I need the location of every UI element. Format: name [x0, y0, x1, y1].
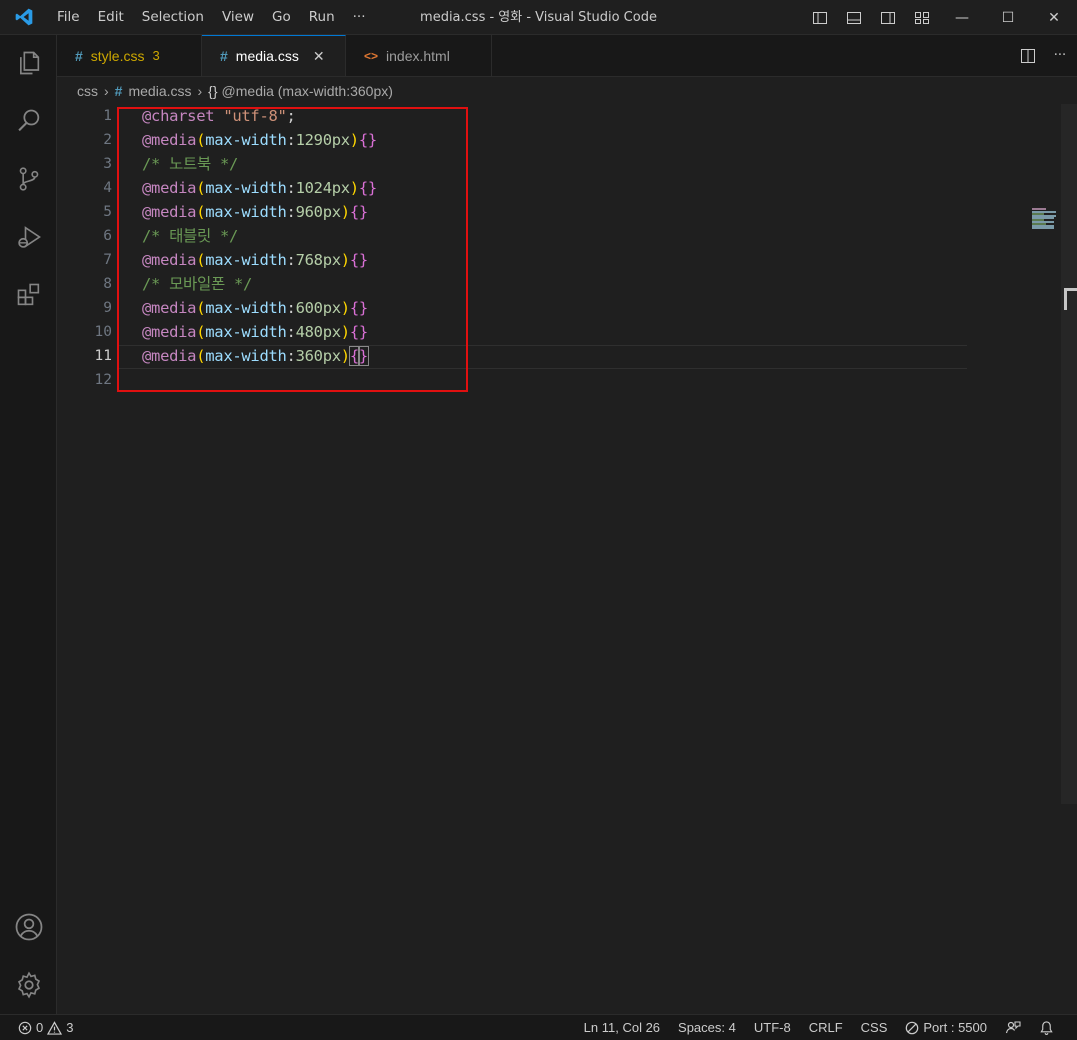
tab-label: style.css — [90, 47, 145, 64]
vertical-scrollbar[interactable] — [1061, 104, 1077, 804]
title-bar: File Edit Selection View Go Run ··· medi… — [0, 0, 1077, 35]
customize-layout-icon[interactable] — [905, 0, 939, 35]
maximize-button[interactable]: ☐ — [985, 0, 1031, 35]
tab-style-css[interactable]: # style.css 3 — [57, 35, 202, 76]
language-mode[interactable]: CSS — [852, 1020, 897, 1035]
tab-media-css[interactable]: # media.css ✕ — [202, 35, 346, 76]
status-bar-right: Ln 11, Col 26 Spaces: 4 UTF-8 CRLF CSS P… — [575, 1015, 1063, 1040]
menu-selection[interactable]: Selection — [133, 0, 213, 35]
prohibited-icon — [906, 1021, 919, 1034]
menu-edit[interactable]: Edit — [89, 0, 133, 35]
minimap-line — [1032, 227, 1054, 229]
live-server-port[interactable]: Port : 5500 — [896, 1020, 996, 1035]
feedback-icon[interactable] — [996, 1020, 1030, 1036]
minimap[interactable] — [1032, 208, 1058, 230]
manage-gear-icon[interactable] — [0, 961, 57, 1009]
line-number-current: 11 — [94, 348, 112, 364]
html-file-icon: <> — [364, 48, 379, 63]
menu-more[interactable]: ··· — [344, 0, 375, 35]
close-tab-icon[interactable]: ✕ — [313, 48, 325, 65]
chevron-right-icon: › — [197, 83, 203, 99]
close-window-button[interactable]: ✕ — [1031, 0, 1077, 35]
encoding-setting[interactable]: UTF-8 — [745, 1020, 800, 1035]
warning-count: 3 — [66, 1020, 74, 1035]
notifications-bell-icon[interactable] — [1030, 1020, 1063, 1036]
line-number: 5 — [103, 204, 112, 220]
line-number: 4 — [103, 180, 112, 196]
title-controls: — ☐ ✕ — [803, 0, 1077, 35]
menu-file[interactable]: File — [48, 0, 89, 35]
eol-setting[interactable]: CRLF — [800, 1020, 852, 1035]
explorer-icon[interactable] — [0, 39, 57, 87]
minimap-line — [1032, 208, 1046, 210]
menu-bar: File Edit Selection View Go Run ··· — [48, 0, 375, 35]
line-number: 9 — [103, 300, 112, 316]
menu-go[interactable]: Go — [263, 0, 300, 35]
line-number: 8 — [103, 276, 112, 292]
search-icon[interactable] — [0, 97, 57, 145]
annotation-highlight-box — [117, 107, 468, 392]
line-number: 3 — [103, 156, 112, 172]
tab-index-html[interactable]: <> index.html — [346, 35, 492, 76]
toggle-primary-sidebar-icon[interactable] — [803, 0, 837, 35]
split-editor-icon[interactable] — [1013, 35, 1043, 76]
breadcrumb-symbol[interactable]: @media (max-width:360px) — [222, 83, 393, 99]
breadcrumb-folder[interactable]: css — [77, 83, 98, 99]
chevron-right-icon: › — [104, 83, 109, 99]
vscode-logo-icon — [0, 0, 48, 35]
line-number: 1 — [103, 108, 112, 124]
indentation-setting[interactable]: Spaces: 4 — [669, 1020, 745, 1035]
error-count: 0 — [36, 1020, 44, 1035]
line-number: 2 — [103, 132, 112, 148]
problems-status[interactable]: 0 3 — [18, 1020, 82, 1035]
run-and-debug-icon[interactable] — [0, 213, 57, 261]
css-file-icon: # — [114, 83, 123, 99]
minimize-button[interactable]: — — [939, 0, 985, 35]
more-actions-button[interactable]: ··· — [1043, 35, 1077, 76]
breadcrumb-file[interactable]: media.css — [128, 83, 191, 99]
activity-bar — [0, 35, 57, 1014]
symbol-braces-icon: {} — [208, 83, 218, 99]
toggle-secondary-sidebar-icon[interactable] — [871, 0, 905, 35]
status-bar-left: 0 3 — [18, 1015, 82, 1040]
line-number: 7 — [103, 252, 112, 268]
status-bar: 0 3 Ln 11, Col 26 Spaces: 4 UTF-8 CRLF C… — [0, 1014, 1077, 1040]
scrollbar-cursor-marker — [1064, 288, 1067, 310]
error-icon — [18, 1021, 32, 1034]
css-file-icon: # — [75, 47, 83, 64]
line-number: 12 — [94, 372, 112, 388]
menu-view[interactable]: View — [213, 0, 263, 35]
problem-count-badge: 3 — [152, 48, 160, 63]
line-number: 10 — [94, 324, 112, 340]
line-number: 6 — [103, 228, 112, 244]
toggle-panel-icon[interactable] — [837, 0, 871, 35]
extensions-icon[interactable] — [0, 271, 57, 319]
tab-label: index.html — [386, 47, 450, 64]
tab-actions: ··· — [1013, 35, 1077, 76]
css-file-icon: # — [220, 48, 228, 64]
editor-tab-bar: # style.css 3 # media.css ✕ <> index.htm… — [57, 35, 1077, 77]
tab-label: media.css — [235, 48, 299, 64]
source-control-icon[interactable] — [0, 155, 57, 203]
cursor-position[interactable]: Ln 11, Col 26 — [575, 1020, 669, 1035]
breadcrumb: css › # media.css › {} @media (max-width… — [77, 80, 393, 102]
port-label: Port : 5500 — [923, 1020, 987, 1035]
accounts-icon[interactable] — [0, 903, 57, 951]
menu-run[interactable]: Run — [300, 0, 344, 35]
warning-icon — [47, 1020, 63, 1035]
